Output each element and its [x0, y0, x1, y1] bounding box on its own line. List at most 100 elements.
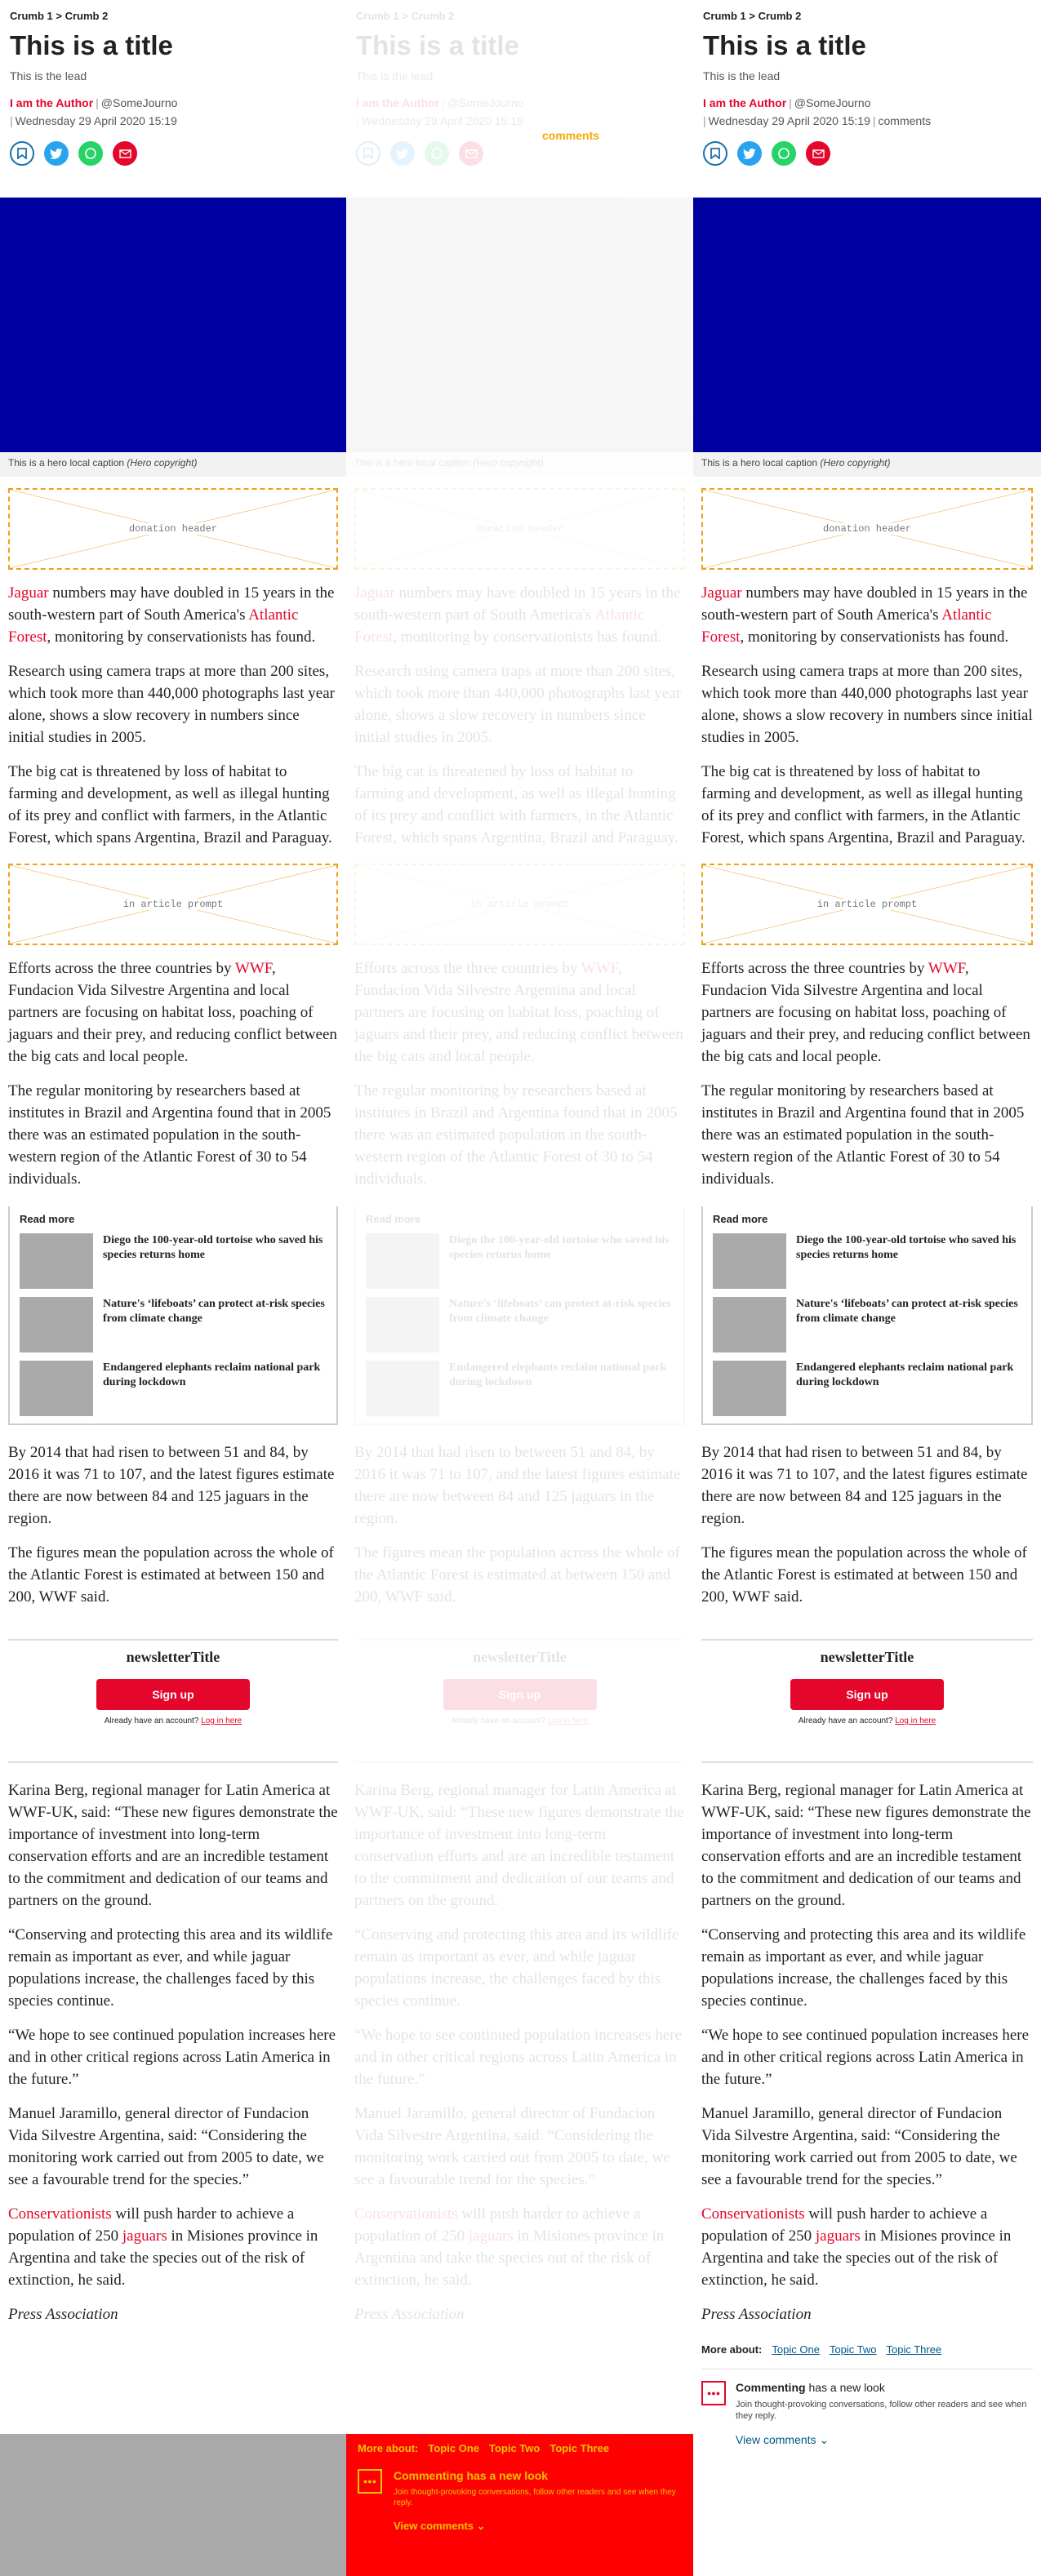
in-article-prompt-placeholder: in article prompt: [354, 864, 685, 945]
read-more-item[interactable]: Diego the 100-year-old tortoise who save…: [713, 1233, 1021, 1289]
signup-button[interactable]: Sign up: [96, 1679, 250, 1710]
crumb-2[interactable]: Crumb 2: [65, 10, 109, 22]
author-twitter[interactable]: @SomeJourno: [794, 96, 871, 109]
comments-link[interactable]: comments: [879, 114, 932, 127]
tag-link-jaguars[interactable]: jaguars: [816, 2227, 861, 2245]
read-more-title[interactable]: Nature's ‘lifeboats’ can protect at-risk…: [449, 1297, 674, 1352]
read-more-thumbnail[interactable]: [20, 1233, 93, 1289]
bookmark-icon[interactable]: [356, 141, 380, 166]
read-more-thumbnail[interactable]: [20, 1297, 93, 1352]
tag-link-conservationists[interactable]: Conservationists: [8, 2205, 112, 2223]
author-link[interactable]: I am the Author: [356, 96, 439, 109]
tag-link-conservationists[interactable]: Conservationists: [354, 2205, 458, 2223]
tag-link-jaguar[interactable]: Jaguar: [701, 584, 742, 602]
topic-link[interactable]: Topic Three: [549, 2442, 609, 2454]
crumb-2[interactable]: Crumb 2: [412, 10, 455, 22]
article-paragraph: Jaguar numbers may have doubled in 15 ye…: [354, 584, 681, 646]
hero-caption-text: This is a hero local caption: [701, 457, 818, 469]
topic-link[interactable]: Topic Three: [887, 2343, 942, 2356]
read-more-thumbnail[interactable]: [366, 1361, 439, 1416]
email-icon[interactable]: [459, 141, 483, 166]
read-more-item[interactable]: Diego the 100-year-old tortoise who save…: [20, 1233, 327, 1289]
twitter-icon[interactable]: [390, 141, 415, 166]
in-article-prompt-placeholder: in article prompt: [701, 864, 1033, 945]
read-more-item[interactable]: Endangered elephants reclaim national pa…: [366, 1361, 674, 1416]
view-comments-button[interactable]: View comments ⌄: [736, 2433, 1033, 2447]
read-more-thumbnail[interactable]: [713, 1361, 786, 1416]
author-twitter[interactable]: @SomeJourno: [447, 96, 524, 109]
article-paragraph: Efforts across the three countries by WW…: [8, 960, 337, 1065]
read-more-title[interactable]: Diego the 100-year-old tortoise who save…: [449, 1233, 674, 1289]
read-more-thumbnail[interactable]: [713, 1297, 786, 1352]
article-lead: This is the lead: [10, 69, 87, 82]
share-bar: [10, 141, 336, 166]
tag-link-jaguars[interactable]: jaguars: [122, 2227, 167, 2245]
crumb-2[interactable]: Crumb 2: [759, 10, 802, 22]
author-link[interactable]: I am the Author: [703, 96, 786, 109]
login-link[interactable]: Log in here: [201, 1717, 242, 1725]
already-account-text: Already have an account? Log in here: [451, 1717, 589, 1725]
donation-header-label: donation header: [820, 523, 914, 535]
tag-link-jaguar[interactable]: Jaguar: [354, 584, 395, 602]
read-more-title[interactable]: Endangered elephants reclaim national pa…: [449, 1361, 674, 1416]
article-source: Press Association: [8, 2306, 118, 2323]
read-more-title[interactable]: Nature's ‘lifeboats’ can protect at-risk…: [103, 1297, 327, 1352]
author-link[interactable]: I am the Author: [10, 96, 93, 109]
view-comments-button[interactable]: View comments ⌄: [394, 2520, 682, 2533]
layout-variant-3: Crumb 1 > Crumb 2 This is a title This i…: [693, 0, 1041, 2576]
read-more-box: Read more Diego the 100-year-old tortois…: [8, 1206, 338, 1425]
read-more-item[interactable]: Diego the 100-year-old tortoise who save…: [366, 1233, 674, 1289]
hero-image: [0, 198, 346, 452]
email-icon[interactable]: [806, 141, 830, 166]
whatsapp-icon[interactable]: [78, 141, 103, 166]
read-more-thumbnail[interactable]: [366, 1297, 439, 1352]
read-more-item[interactable]: Nature's ‘lifeboats’ can protect at-risk…: [20, 1297, 327, 1352]
tag-link-jaguars[interactable]: jaguars: [469, 2227, 514, 2245]
signup-button[interactable]: Sign up: [443, 1679, 597, 1710]
author-twitter[interactable]: @SomeJourno: [101, 96, 178, 109]
read-more-heading: Read more: [20, 1213, 75, 1225]
login-link[interactable]: Log in here: [548, 1717, 589, 1725]
bookmark-icon[interactable]: [10, 141, 34, 166]
read-more-title[interactable]: Diego the 100-year-old tortoise who save…: [103, 1233, 327, 1289]
crumb-1[interactable]: Crumb 1: [703, 10, 746, 22]
topic-link[interactable]: Topic One: [772, 2343, 820, 2356]
read-more-item[interactable]: Endangered elephants reclaim national pa…: [713, 1361, 1021, 1416]
twitter-icon[interactable]: [44, 141, 69, 166]
comments-link[interactable]: comments: [542, 129, 599, 142]
read-more-title[interactable]: Diego the 100-year-old tortoise who save…: [796, 1233, 1021, 1289]
crumb-1[interactable]: Crumb 1: [10, 10, 53, 22]
read-more-thumbnail[interactable]: [20, 1361, 93, 1416]
whatsapp-icon[interactable]: [425, 141, 449, 166]
tag-link-wwf[interactable]: WWF: [581, 960, 618, 977]
signup-button[interactable]: Sign up: [790, 1679, 944, 1710]
read-more-title[interactable]: Nature's ‘lifeboats’ can protect at-risk…: [796, 1297, 1021, 1352]
tag-link-conservationists[interactable]: Conservationists: [701, 2205, 805, 2223]
email-icon[interactable]: [113, 141, 137, 166]
read-more-item[interactable]: Nature's ‘lifeboats’ can protect at-risk…: [713, 1297, 1021, 1352]
article-paragraph: By 2014 that had risen to between 51 and…: [701, 1444, 1028, 1527]
in-article-prompt-placeholder: in article prompt: [8, 864, 338, 945]
twitter-icon[interactable]: [737, 141, 762, 166]
article-paragraph: The regular monitoring by researchers ba…: [8, 1082, 331, 1188]
read-more-item[interactable]: Nature's ‘lifeboats’ can protect at-risk…: [366, 1297, 674, 1352]
read-more-thumbnail[interactable]: [366, 1233, 439, 1289]
newsletter-title: newsletterTitle: [473, 1649, 567, 1665]
login-link[interactable]: Log in here: [895, 1717, 936, 1725]
whatsapp-icon[interactable]: [772, 141, 796, 166]
article-paragraph: Conservationists will push harder to ach…: [354, 2205, 665, 2289]
topic-link[interactable]: Topic Two: [489, 2442, 540, 2454]
read-more-title[interactable]: Endangered elephants reclaim national pa…: [103, 1361, 327, 1416]
hero-caption-text: This is a hero local caption: [8, 457, 125, 469]
topic-link[interactable]: Topic Two: [830, 2343, 877, 2356]
read-more-heading: Read more: [713, 1213, 768, 1225]
tag-link-jaguar[interactable]: Jaguar: [8, 584, 49, 602]
read-more-title[interactable]: Endangered elephants reclaim national pa…: [796, 1361, 1021, 1416]
tag-link-wwf[interactable]: WWF: [928, 960, 965, 977]
read-more-item[interactable]: Endangered elephants reclaim national pa…: [20, 1361, 327, 1416]
bookmark-icon[interactable]: [703, 141, 727, 166]
crumb-1[interactable]: Crumb 1: [356, 10, 399, 22]
read-more-thumbnail[interactable]: [713, 1233, 786, 1289]
topic-link[interactable]: Topic One: [428, 2442, 479, 2454]
tag-link-wwf[interactable]: WWF: [235, 960, 272, 977]
